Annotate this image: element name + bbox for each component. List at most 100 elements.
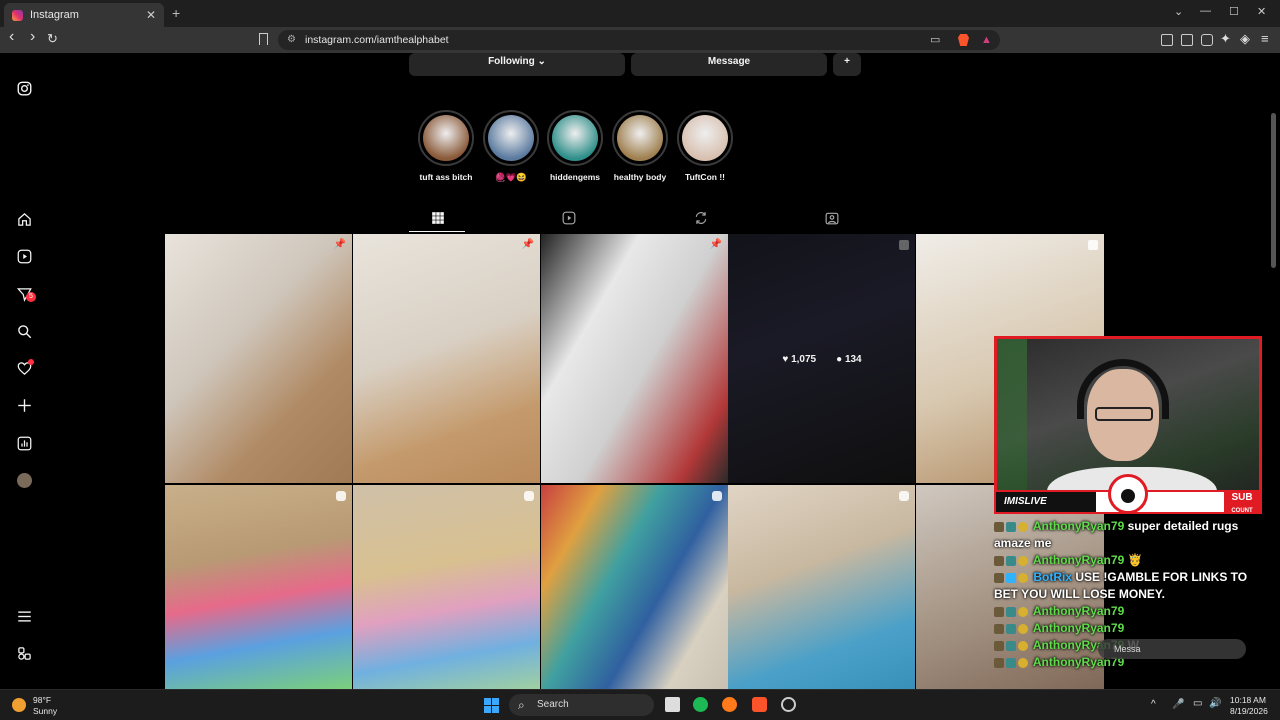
bookmark-icon[interactable] xyxy=(259,33,268,45)
post-graffiti-wall[interactable]: 📌 xyxy=(541,234,728,483)
chat-username[interactable]: AnthonyRyan79 xyxy=(1033,621,1124,635)
clock-date[interactable]: 8/19/2026 xyxy=(1230,706,1268,716)
notification-dot xyxy=(28,359,34,365)
search-icon[interactable] xyxy=(16,323,32,339)
menu-icon[interactable]: ≡ xyxy=(1261,31,1269,46)
wallet-icon[interactable] xyxy=(1201,34,1213,46)
taskbar-search[interactable]: ⌕ Search xyxy=(509,694,654,716)
file-explorer-icon[interactable] xyxy=(665,697,680,712)
chat-username[interactable]: BotRix xyxy=(1033,570,1072,584)
pinned-icon: 📌 xyxy=(521,239,534,250)
minimize-button[interactable]: — xyxy=(1200,5,1211,17)
volume-icon[interactable]: 🔊 xyxy=(1209,698,1221,709)
post-rainbow-rug-2[interactable] xyxy=(353,485,540,689)
story-highlight[interactable]: hiddengems xyxy=(547,110,603,182)
chat-username[interactable]: AnthonyRyan79 xyxy=(1033,519,1124,533)
chat-badge-icon xyxy=(1018,555,1028,566)
story-highlight[interactable]: TuftCon !! xyxy=(677,110,733,182)
tab-posts-grid[interactable] xyxy=(431,211,445,225)
chat-username[interactable]: AnthonyRyan79 xyxy=(1033,604,1124,618)
story-ring xyxy=(677,110,733,166)
message-button[interactable]: Message xyxy=(631,53,827,76)
post-hover-overlay[interactable]: ♥ 1,075 ● 134 xyxy=(728,234,916,484)
create-plus-icon[interactable] xyxy=(16,397,32,413)
sidebar-toggle-icon[interactable] xyxy=(1181,34,1193,46)
more-menu-icon[interactable] xyxy=(16,608,32,624)
browser-tab-bar: Instagram ✕ + ⌄ — ☐ ✕ xyxy=(0,0,1280,27)
mic-icon[interactable]: 🎤 xyxy=(1172,699,1184,710)
tab-list-chevron-icon[interactable]: ⌄ xyxy=(1174,5,1183,18)
also-from-meta-icon[interactable] xyxy=(16,645,32,661)
site-info-icon[interactable]: ⚙ xyxy=(287,30,296,50)
chat-message: BET YOU WILL LOSE MONEY. xyxy=(994,586,1262,603)
chat-badge-icon xyxy=(1006,657,1016,668)
chat-username[interactable]: AnthonyRyan79 xyxy=(1033,553,1124,567)
story-highlight[interactable]: 🧶💗😆 xyxy=(483,110,539,182)
vpn-icon[interactable]: ◈ xyxy=(1240,31,1250,47)
clock-time[interactable]: 10:18 AM xyxy=(1230,695,1266,705)
browser-nav-bar: ‹ › ↻ ⚙ instagram.com/iamthealphabet ▭ ▲… xyxy=(0,27,1280,53)
heart-icon: ♥ xyxy=(782,353,789,365)
chat-message: AnthonyRyan79 🤴 xyxy=(994,552,1262,569)
maximize-button[interactable]: ☐ xyxy=(1229,5,1239,18)
tagged-icon xyxy=(825,212,839,225)
close-tab-icon[interactable]: ✕ xyxy=(146,8,156,22)
suggest-user-button[interactable]: + xyxy=(833,53,861,76)
reels-icon[interactable] xyxy=(16,248,32,264)
chevron-down-icon: ⌄ xyxy=(537,56,546,67)
chat-message: amaze me xyxy=(994,535,1262,552)
leo-ai-icon[interactable]: ✦ xyxy=(1220,31,1231,47)
bulldog-logo-icon xyxy=(1108,474,1148,514)
tab-tagged[interactable] xyxy=(825,211,839,225)
sub-count-label: COUNT xyxy=(1231,508,1253,514)
chat-badge-icon xyxy=(994,521,1004,532)
page-scrollbar[interactable] xyxy=(1271,113,1276,268)
post-yoga-rug[interactable]: 📌 xyxy=(353,234,540,483)
reel-icon xyxy=(899,491,909,501)
brave-taskbar-icon[interactable] xyxy=(752,697,767,712)
likes-count: 1,075 xyxy=(791,353,817,365)
post-tile-wall[interactable] xyxy=(541,485,728,689)
following-button[interactable]: Following ⌄ xyxy=(409,53,625,76)
story-highlight[interactable]: healthy body xyxy=(612,110,668,182)
post-smiling-woman[interactable] xyxy=(728,485,915,689)
message-label: Message xyxy=(707,56,751,67)
browser-tab-instagram[interactable]: Instagram ✕ xyxy=(4,3,164,27)
new-tab-button[interactable]: + xyxy=(172,5,180,21)
message-preview-chip[interactable]: Messa xyxy=(1098,639,1246,659)
messages-icon[interactable]: 5 xyxy=(16,286,36,302)
extensions-icon[interactable] xyxy=(1161,34,1173,46)
firefox-icon[interactable] xyxy=(722,697,737,712)
brave-rewards-icon[interactable]: ▲ xyxy=(981,30,992,50)
post-rainbow-rug-1[interactable] xyxy=(165,485,352,689)
home-icon[interactable] xyxy=(16,211,32,227)
story-highlight[interactable]: tuft ass bitch xyxy=(418,110,474,182)
dashboard-icon[interactable] xyxy=(16,435,32,451)
obs-icon[interactable] xyxy=(781,697,796,712)
notifications-heart-icon[interactable] xyxy=(16,359,34,376)
weather-sun-icon[interactable] xyxy=(12,698,26,712)
profile-avatar-icon[interactable] xyxy=(16,472,32,488)
chat-badge-icon xyxy=(1018,606,1028,617)
tab-reposts[interactable] xyxy=(694,211,708,225)
reload-button[interactable]: ↻ xyxy=(47,31,58,47)
start-windows-icon[interactable] xyxy=(484,698,499,713)
address-bar[interactable]: ⚙ instagram.com/iamthealphabet ▭ ▲ xyxy=(278,30,1000,50)
tab-reels[interactable] xyxy=(562,211,576,225)
spotify-icon[interactable] xyxy=(693,697,708,712)
tray-overflow-icon[interactable]: ^ xyxy=(1151,699,1156,710)
chat-badge-icon xyxy=(1018,640,1028,651)
grid-icon xyxy=(432,212,444,224)
carousel-icon xyxy=(1088,240,1098,250)
brave-shields-icon[interactable] xyxy=(958,34,969,46)
cast-icon[interactable]: ▭ xyxy=(930,30,940,50)
windows-taskbar: 98°F Sunny ⌕ Search ^ 🎤 ▭ 🔊 10:18 AM 8/1… xyxy=(0,689,1280,720)
post-majora-mask-rug[interactable]: 📌 xyxy=(165,234,352,483)
close-window-button[interactable]: ✕ xyxy=(1257,5,1266,18)
chat-badge-icon xyxy=(994,555,1004,566)
network-icon[interactable]: ▭ xyxy=(1193,698,1202,709)
chat-text: BET YOU WILL LOSE MONEY. xyxy=(994,587,1165,601)
forward-button[interactable]: › xyxy=(30,28,35,46)
instagram-logo-icon[interactable] xyxy=(16,80,32,96)
back-button[interactable]: ‹ xyxy=(9,28,14,46)
